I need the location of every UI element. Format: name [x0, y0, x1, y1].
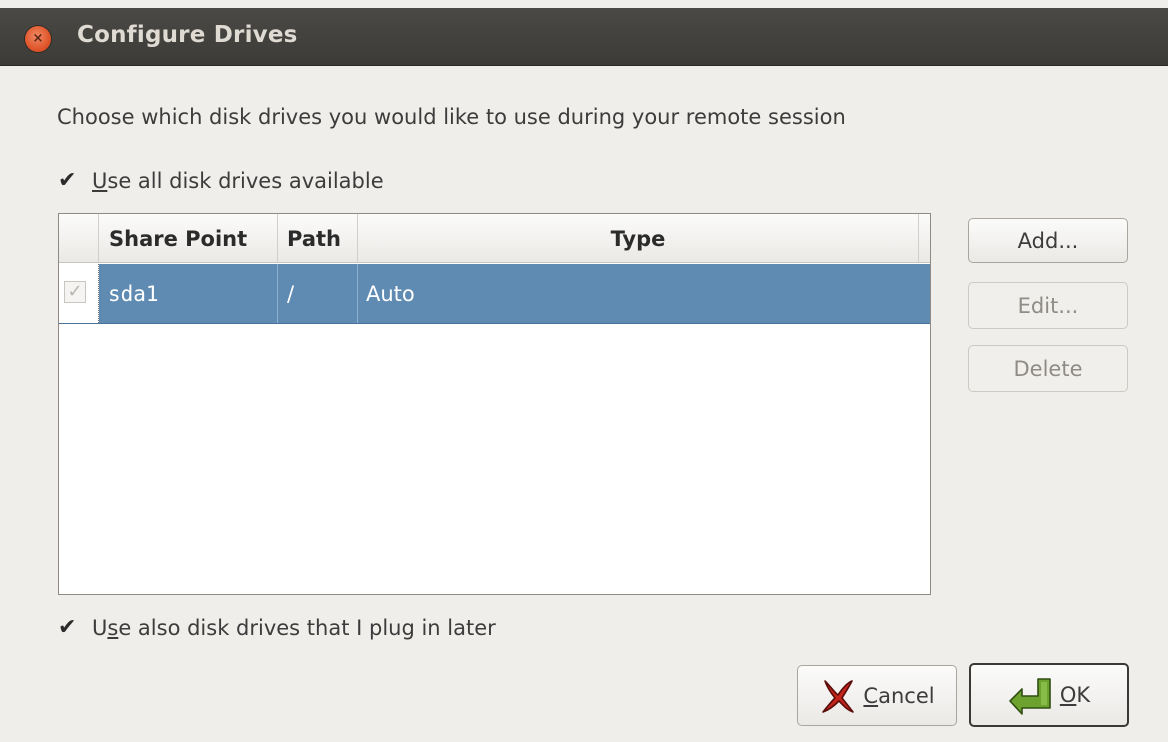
cancel-x-icon — [819, 677, 857, 715]
type-cell: Auto — [366, 282, 415, 306]
header-filler — [919, 214, 930, 262]
title-bar: × Configure Drives — [0, 8, 1168, 66]
use-later-drives-label: Use also disk drives that I plug in late… — [92, 616, 496, 640]
header-path[interactable]: Path — [278, 214, 358, 262]
cancel-button[interactable]: Cancel — [797, 665, 957, 726]
delete-button[interactable]: Delete — [968, 345, 1128, 392]
checkmark-icon: ✔ — [58, 615, 77, 640]
header-check-column — [59, 214, 99, 262]
use-all-drives-label: Use all disk drives available — [92, 169, 384, 193]
share-point-cell: sda1 — [99, 264, 278, 323]
cancel-label: Cancel — [863, 683, 935, 708]
ok-label: OK — [1059, 683, 1091, 707]
description-text: Choose which disk drives you would like … — [57, 105, 846, 129]
ok-button[interactable]: OK — [969, 663, 1129, 727]
list-header: Share Point Path Type — [59, 214, 930, 263]
header-type[interactable]: Type — [358, 214, 919, 262]
checkmark-icon: ✔ — [58, 168, 77, 193]
drives-list[interactable]: Share Point Path Type ✓ sda1 / Auto — [58, 213, 931, 595]
use-later-drives-checkbox[interactable]: ✔ Use also disk drives that I plug in la… — [58, 616, 496, 640]
table-row[interactable]: ✓ sda1 / Auto — [59, 264, 930, 324]
header-share-point[interactable]: Share Point — [99, 214, 278, 262]
add-button[interactable]: Add... — [968, 218, 1128, 263]
close-icon[interactable]: × — [25, 26, 51, 52]
row-checkbox[interactable]: ✓ — [64, 281, 86, 303]
row-check-cell: ✓ — [59, 264, 99, 323]
ok-arrow-icon — [1008, 675, 1054, 715]
use-all-drives-checkbox[interactable]: ✔ Use all disk drives available — [58, 169, 384, 193]
path-cell: / — [278, 264, 358, 323]
edit-button[interactable]: Edit... — [968, 282, 1128, 329]
window-title: Configure Drives — [77, 22, 298, 48]
